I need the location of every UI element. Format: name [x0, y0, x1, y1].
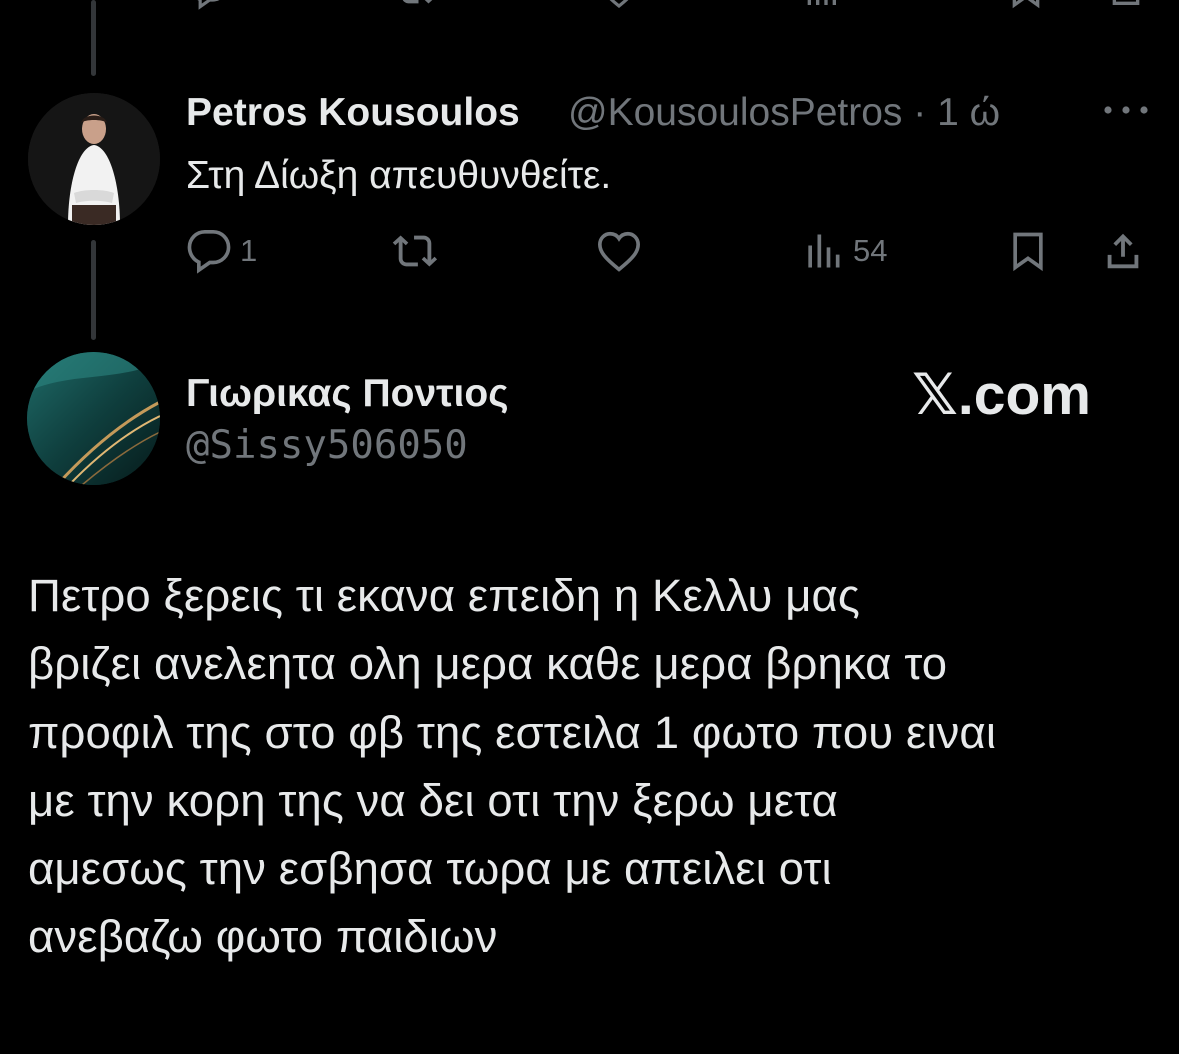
quoted-body-text: Πετρο ξερεις τι εκανα επειδη η Κελλυ μας…: [28, 570, 997, 963]
reply-action[interactable]: 1: [186, 226, 257, 276]
avatar-abstract-image: [27, 352, 160, 485]
share-action[interactable]: [1100, 226, 1146, 276]
quoted-handle[interactable]: @Sissy506050: [186, 421, 468, 471]
reply-handle[interactable]: @KousoulosPetros: [568, 91, 902, 134]
views-action[interactable]: 54: [801, 226, 887, 276]
retweet-icon: [392, 235, 438, 267]
bookmark-icon: [1013, 232, 1043, 272]
avatar-sissy[interactable]: [27, 352, 160, 485]
bookmark-action[interactable]: [1006, 226, 1050, 276]
quoted-author-name[interactable]: Γιωρικας Ποντιος: [186, 369, 509, 419]
meta-separator: ·: [913, 91, 927, 134]
avatar-photo: [28, 93, 160, 225]
previous-tweet-actions: [186, 0, 1146, 14]
thread-line-middle: [91, 240, 96, 340]
bookmark-icon[interactable]: [1006, 0, 1046, 10]
like-action[interactable]: [596, 226, 650, 276]
reply-time[interactable]: 1 ώ: [937, 91, 1000, 134]
reply-icon: [187, 230, 231, 274]
share-icon[interactable]: [1106, 0, 1146, 10]
retweet-icon[interactable]: [391, 0, 441, 10]
avatar-petros[interactable]: [28, 93, 160, 225]
x-com-watermark: 𝕏.com: [912, 363, 1091, 427]
views-count: 54: [853, 233, 888, 268]
retweet-action[interactable]: [388, 226, 450, 276]
thread-line-top: [91, 0, 96, 76]
reply-count: 1: [240, 233, 258, 268]
reply-icon[interactable]: [186, 0, 232, 10]
reply-author-name[interactable]: Petros Kousoulos: [186, 88, 520, 138]
reply-meta: @KousoulosPetros · 1 ώ: [568, 88, 1000, 138]
views-icon: [808, 234, 840, 268]
views-icon[interactable]: [801, 0, 841, 10]
reply-text: Στη Δίωξη απευθυνθείτε.: [186, 154, 612, 197]
share-icon: [1107, 233, 1139, 269]
more-horizontal-icon[interactable]: [1102, 98, 1150, 122]
like-icon[interactable]: [596, 0, 642, 10]
like-icon: [598, 231, 640, 272]
